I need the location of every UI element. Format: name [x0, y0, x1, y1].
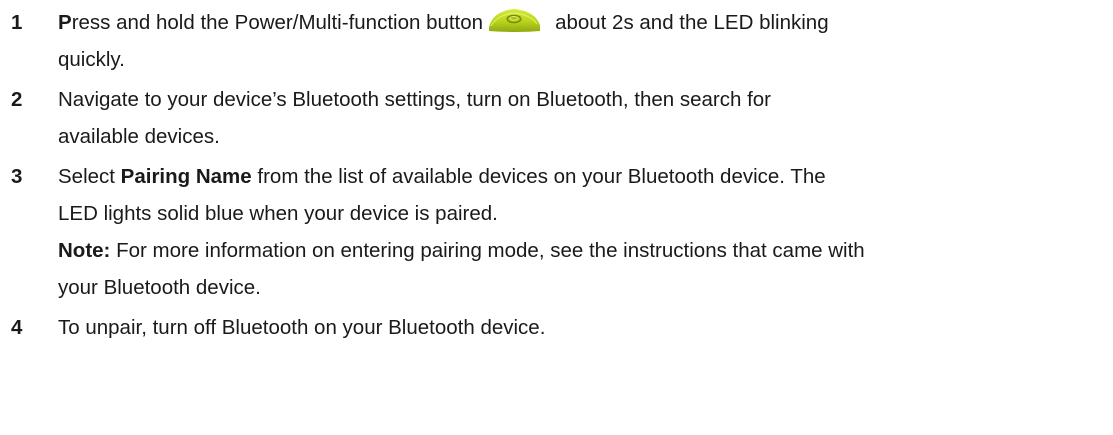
step-text: ress and hold the Power/Multi-function b… — [71, 11, 484, 34]
step-text: from the list of available devices on yo… — [251, 165, 826, 188]
step-number: 2 — [11, 88, 23, 111]
step-number: 3 — [11, 165, 23, 188]
step-number: 4 — [11, 316, 23, 339]
step-text-line: Select Pairing Name from the list of ava… — [58, 158, 1113, 195]
step-text: Select — [58, 165, 121, 188]
note-text: For more information on entering pairing… — [110, 239, 865, 262]
pairing-name-label: Pairing Name — [120, 165, 252, 188]
step-4: 4 To unpair, turn off Bluetooth on your … — [0, 309, 1113, 346]
step-text-line: Navigate to your device’s Bluetooth sett… — [58, 88, 771, 111]
step-3: 3 Select Pairing Name from the list of a… — [0, 158, 1113, 306]
step-text-line: Press and hold the Power/Multi-function … — [58, 4, 1113, 41]
instruction-steps: 1 Press and hold the Power/Multi-functio… — [0, 0, 1113, 346]
step-number: 1 — [11, 11, 23, 34]
step-text-line: To unpair, turn off Bluetooth on your Bl… — [58, 316, 546, 339]
note-label: Note: — [58, 239, 111, 262]
step-2: 2 Navigate to your device’s Bluetooth se… — [0, 81, 1113, 155]
step-1: 1 Press and hold the Power/Multi-functio… — [0, 4, 1113, 78]
step-text-line: available devices. — [58, 125, 220, 148]
note-line: Note: For more information on entering p… — [58, 232, 1113, 269]
step-lead-letter: P — [58, 11, 72, 34]
step-text: about 2s and the LED blinking — [555, 11, 829, 34]
note-line: your Bluetooth device. — [58, 276, 261, 299]
step-text-line: LED lights solid blue when your device i… — [58, 202, 498, 225]
step-text-line: quickly. — [58, 48, 125, 71]
power-multifunction-button-icon — [487, 7, 541, 33]
